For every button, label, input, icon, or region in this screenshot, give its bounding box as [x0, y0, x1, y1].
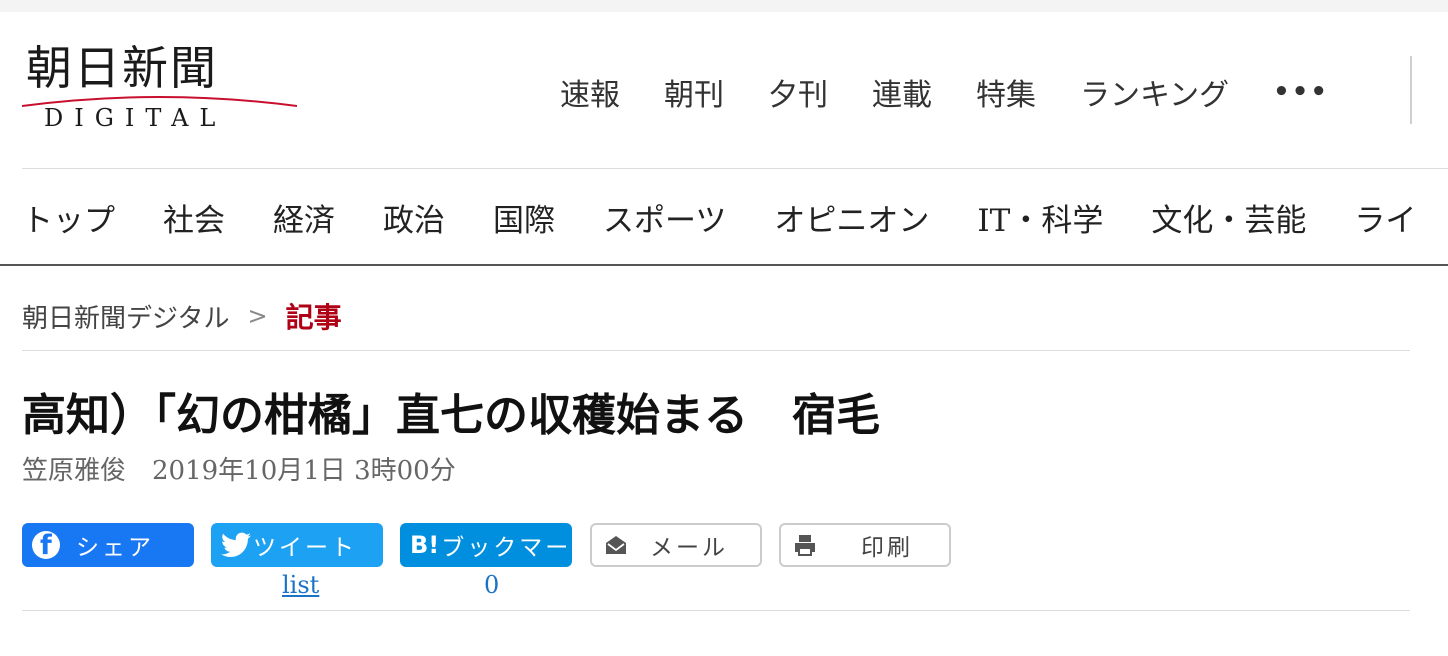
article-datetime: 2019年10月1日 3時00分 [152, 456, 456, 486]
top-nav-tokushu[interactable]: 特集 [976, 70, 1036, 114]
category-economy[interactable]: 経済 [273, 195, 335, 240]
breadcrumb-home[interactable]: 朝日新聞デジタル [22, 298, 229, 335]
category-international[interactable]: 国際 [493, 195, 555, 240]
logo-wordmark: 朝日新聞 [26, 41, 218, 95]
facebook-icon [32, 529, 60, 563]
logo-subtitle: DIGITAL [44, 104, 227, 132]
more-menu-icon[interactable]: ••• [1273, 77, 1329, 107]
print-button[interactable]: 印刷 [779, 523, 951, 567]
breadcrumb-separator: > [247, 302, 268, 330]
breadcrumb: 朝日新聞デジタル > 記事 [22, 296, 342, 336]
mail-icon [606, 536, 626, 554]
print-icon [795, 535, 815, 556]
hatena-count[interactable]: 0 [484, 570, 499, 600]
divider [22, 350, 1410, 351]
article-meta: 笠原雅俊 2019年10月1日 3時00分 [22, 452, 456, 490]
category-politics[interactable]: 政治 [383, 195, 445, 240]
category-opinion[interactable]: オピニオン [774, 195, 929, 240]
mail-label: メール [650, 535, 728, 561]
top-nav-sokuho[interactable]: 速報 [560, 70, 620, 114]
category-it-science[interactable]: IT・科学 [977, 195, 1103, 240]
category-top[interactable]: トップ [22, 195, 115, 240]
top-nav-yukan[interactable]: 夕刊 [768, 70, 828, 114]
hatena-bookmark-button[interactable]: B! ブックマー [400, 523, 572, 567]
mail-button[interactable]: メール [590, 523, 762, 567]
category-society[interactable]: 社会 [163, 195, 225, 240]
nav-divider [0, 264, 1448, 266]
article-title: 高知）「幻の柑橘」直七の収穫始まる 宿毛 [22, 390, 880, 441]
top-strip [0, 0, 1448, 12]
category-sports[interactable]: スポーツ [603, 195, 726, 240]
article-author: 笠原雅俊 [22, 456, 127, 486]
top-nav-ranking[interactable]: ランキング [1080, 70, 1229, 114]
hatena-icon: B! [410, 531, 440, 559]
divider [22, 610, 1410, 611]
header-divider [1410, 56, 1412, 124]
twitter-count-link[interactable]: list [282, 570, 319, 600]
twitter-icon [221, 532, 251, 557]
category-life[interactable]: ライ [1354, 195, 1416, 240]
site-logo[interactable]: 朝日新聞 DIGITAL [22, 40, 297, 135]
top-nav: 速報 朝刊 夕刊 連載 特集 ランキング ••• [560, 70, 1329, 114]
top-nav-choukan[interactable]: 朝刊 [664, 70, 724, 114]
divider [22, 168, 1448, 169]
breadcrumb-current: 記事 [285, 301, 342, 334]
twitter-tweet-label: ツイート [253, 535, 357, 561]
category-culture[interactable]: 文化・芸能 [1151, 195, 1306, 240]
twitter-tweet-button[interactable]: ツイート [211, 523, 383, 567]
top-nav-rensai[interactable]: 連載 [872, 70, 932, 114]
print-label: 印刷 [861, 535, 913, 561]
facebook-share-button[interactable]: シェア [22, 523, 194, 567]
hatena-bookmark-label: ブックマー [441, 535, 572, 561]
facebook-share-label: シェア [76, 535, 154, 561]
category-nav: トップ 社会 経済 政治 国際 スポーツ オピニオン IT・科学 文化・芸能 ラ… [22, 193, 1448, 241]
